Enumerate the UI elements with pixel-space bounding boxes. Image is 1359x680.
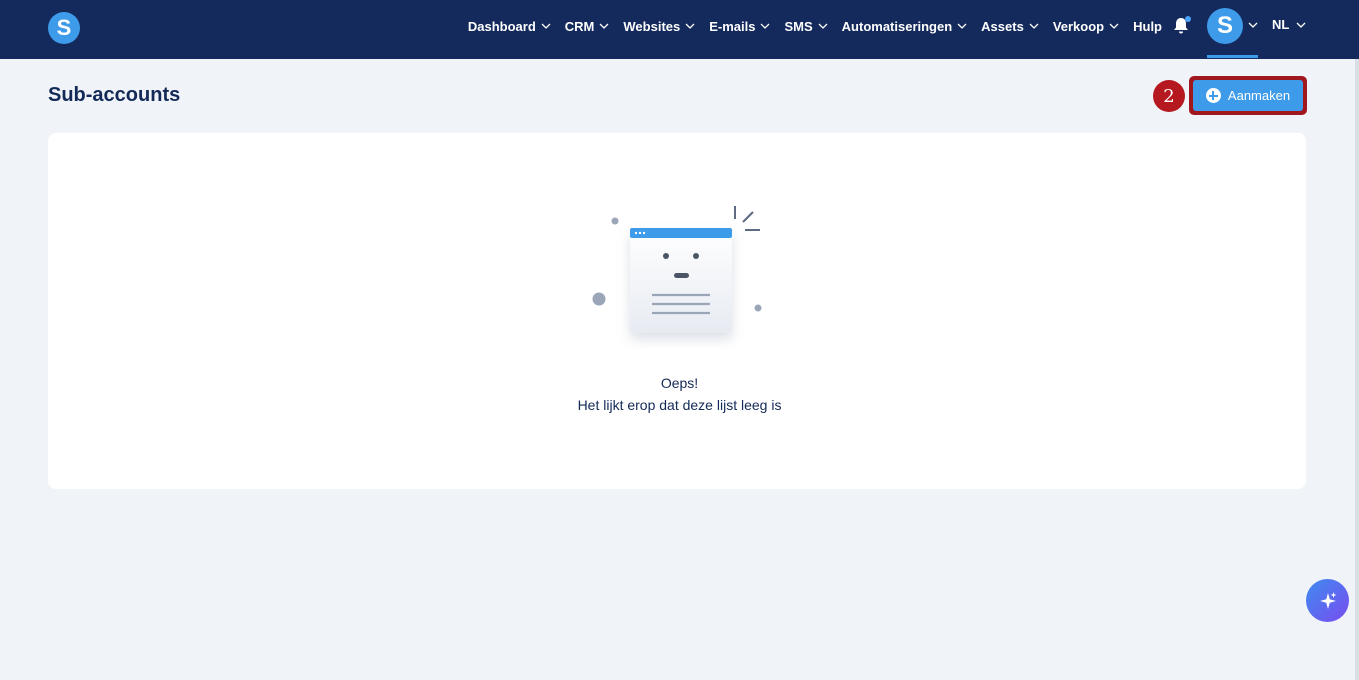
nav-item-label: Hulp [1133,18,1162,34]
sparkle-icon [1319,591,1336,609]
create-button-inner: Aanmaken [1193,80,1303,111]
nav-item-dashboard[interactable]: Dashboard [468,19,551,34]
nav-item-assets[interactable]: Assets [981,19,1039,34]
chevron-down-icon[interactable] [1248,20,1258,30]
chevron-down-icon [1109,23,1119,29]
nav-item-websites[interactable]: Websites [623,19,695,34]
main-nav: Dashboard CRM Websites E-mails SMS Autom… [468,0,1162,52]
language-label: NL [1272,17,1290,32]
plus-circle-icon [1205,88,1221,103]
chevron-down-icon [1029,23,1039,29]
chevron-down-icon [1296,22,1306,28]
empty-list-illustration [592,206,762,333]
scrollbar[interactable] [1355,59,1359,680]
empty-state-message: Het lijkt erop dat deze lijst leeg is [577,397,782,413]
nav-item-label: Dashboard [467,18,536,34]
nav-item-label: E-mails [709,18,756,34]
nav-item-automatiseringen[interactable]: Automatiseringen [842,19,968,34]
active-indicator [1207,55,1258,58]
nav-item-label: Verkoop [1052,18,1105,34]
nav-item-label: CRM [564,18,595,34]
chevron-down-icon [761,23,770,29]
nav-item-label: Websites [623,18,681,34]
page-title: Sub-accounts [48,84,181,106]
nav-item-hulp[interactable]: Hulp [1133,19,1162,34]
empty-state-title: Oeps! [660,375,699,391]
nav-item-label: SMS [784,18,813,34]
notification-dot [1185,16,1191,22]
app-logo[interactable]: S [48,12,80,44]
chevron-down-icon [599,23,609,29]
chevron-down-icon [818,23,828,29]
create-button-label: Aanmaken [1227,88,1291,103]
chevron-down-icon [957,23,967,29]
ai-assistant-button[interactable] [1306,579,1349,622]
nav-item-label: Automatiseringen [841,18,953,34]
account-avatar[interactable]: S [1207,8,1243,44]
nav-item-emails[interactable]: E-mails [709,19,770,34]
language-selector[interactable]: NL [1272,17,1306,32]
step-badge: 2 [1153,80,1185,112]
create-button[interactable]: Aanmaken [1189,76,1307,115]
nav-item-crm[interactable]: CRM [565,19,610,34]
chevron-down-icon [541,23,551,29]
chevron-down-icon [685,23,695,29]
nav-item-sms[interactable]: SMS [784,18,828,34]
nav-item-verkoop[interactable]: Verkoop [1053,19,1119,34]
top-navigation-bar: S Dashboard CRM Websites E-mails SMS Aut… [0,0,1359,59]
nav-item-label: Assets [981,18,1024,34]
